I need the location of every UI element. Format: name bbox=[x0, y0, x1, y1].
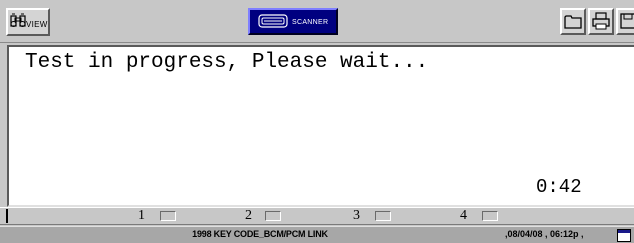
toolbar: VIEW SCANNER bbox=[0, 0, 634, 43]
function-key-3-label: 3 bbox=[353, 208, 360, 223]
date-time: ,08/04/08 , 06:12p , bbox=[505, 229, 584, 239]
scanner-button[interactable]: SCANNER bbox=[248, 8, 338, 35]
folder-icon bbox=[564, 13, 582, 35]
test-name: 1998 KEY CODE_BCM/PCM LINK bbox=[192, 229, 328, 239]
printer-icon bbox=[592, 12, 610, 35]
function-key-1-button[interactable] bbox=[160, 211, 176, 221]
function-key-4-label: 4 bbox=[460, 208, 467, 223]
status-message: Test in progress, Please wait... bbox=[25, 51, 429, 74]
calendar-icon[interactable] bbox=[617, 229, 631, 242]
function-key-bar: 1 2 3 4 bbox=[0, 207, 634, 225]
folder-button[interactable] bbox=[560, 8, 586, 35]
function-key-1-label: 1 bbox=[138, 208, 145, 223]
function-key-2-button[interactable] bbox=[265, 211, 281, 221]
print-button[interactable] bbox=[588, 8, 614, 35]
scanner-icon bbox=[258, 14, 288, 34]
function-key-2-label: 2 bbox=[245, 208, 252, 223]
scanner-display: Test in progress, Please wait... 0:42 bbox=[7, 45, 634, 207]
function-key-bar-edge bbox=[6, 209, 8, 223]
function-key-3-button[interactable] bbox=[375, 211, 391, 221]
status-bar: 1998 KEY CODE_BCM/PCM LINK ,08/04/08 , 0… bbox=[0, 226, 634, 243]
save-button[interactable] bbox=[616, 8, 634, 35]
function-key-4-button[interactable] bbox=[482, 211, 498, 221]
elapsed-timer: 0:42 bbox=[536, 176, 582, 198]
binoculars-icon bbox=[10, 13, 26, 36]
save-icon bbox=[620, 13, 634, 34]
view-button-label: VIEW bbox=[26, 20, 48, 29]
view-button[interactable]: VIEW bbox=[6, 8, 50, 36]
scanner-button-label: SCANNER bbox=[292, 19, 329, 26]
